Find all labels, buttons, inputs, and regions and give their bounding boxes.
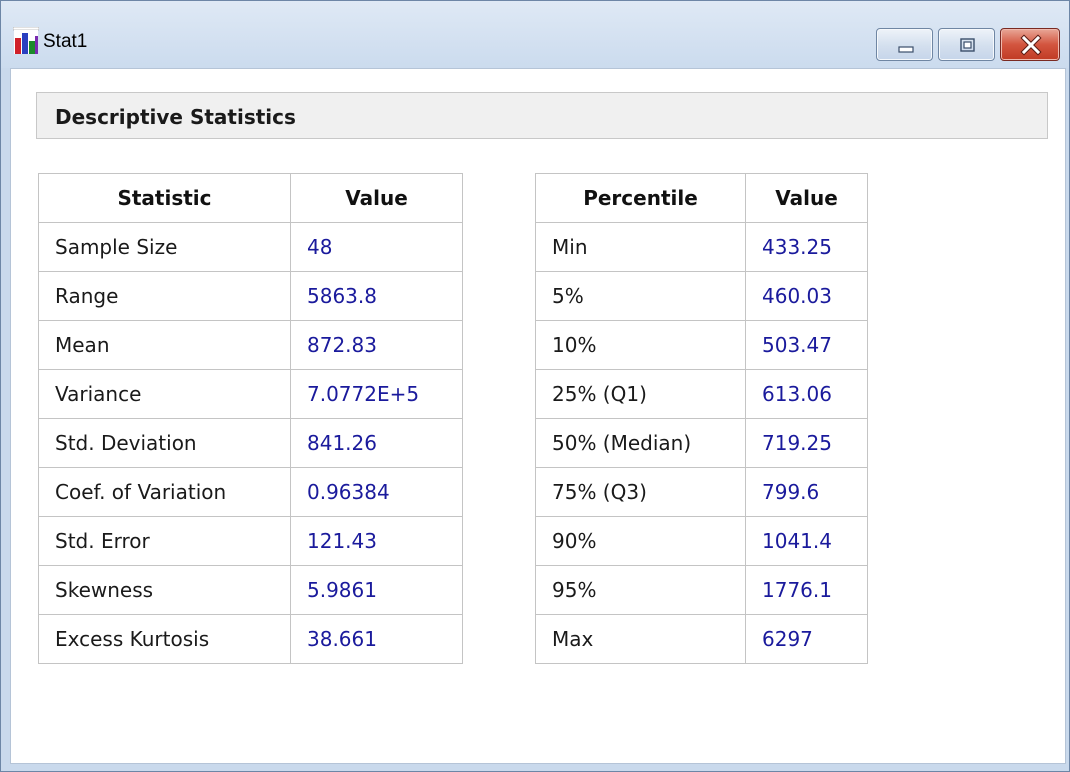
- percentile-value: 1041.4: [745, 516, 868, 566]
- close-button[interactable]: [1000, 28, 1060, 61]
- percentile-label: 50% (Median): [535, 418, 746, 468]
- percentile-label: Max: [535, 614, 746, 664]
- table-row: Skewness 5.9861: [38, 565, 463, 615]
- statistic-value: 841.26: [290, 418, 463, 468]
- statistic-value: 121.43: [290, 516, 463, 566]
- statistic-value: 5.9861: [290, 565, 463, 615]
- percentile-value: 719.25: [745, 418, 868, 468]
- percentile-value: 6297: [745, 614, 868, 664]
- percentile-table: Percentile Value Min 433.25 5% 460.03 10…: [535, 173, 868, 664]
- percentile-value: 1776.1: [745, 565, 868, 615]
- section-header: Descriptive Statistics: [36, 92, 1048, 139]
- table-row: Std. Deviation 841.26: [38, 418, 463, 468]
- table-row: Coef. of Variation 0.96384: [38, 467, 463, 517]
- percentile-label: Min: [535, 222, 746, 272]
- statistic-label: Range: [38, 271, 291, 321]
- percentile-value: 433.25: [745, 222, 868, 272]
- statistic-label: Mean: [38, 320, 291, 370]
- table-row: 50% (Median) 719.25: [535, 418, 868, 468]
- statistic-label: Excess Kurtosis: [38, 614, 291, 664]
- column-header-value: Value: [290, 173, 463, 223]
- table-row: 25% (Q1) 613.06: [535, 369, 868, 419]
- table-header-row: Statistic Value: [38, 173, 463, 223]
- statistic-value: 48: [290, 222, 463, 272]
- percentile-value: 799.6: [745, 467, 868, 517]
- title-bar[interactable]: Stat1: [1, 1, 1069, 68]
- percentile-label: 95%: [535, 565, 746, 615]
- percentile-label: 10%: [535, 320, 746, 370]
- table-row: Range 5863.8: [38, 271, 463, 321]
- percentile-value: 460.03: [745, 271, 868, 321]
- percentile-label: 90%: [535, 516, 746, 566]
- section-title: Descriptive Statistics: [55, 105, 296, 129]
- percentile-label: 25% (Q1): [535, 369, 746, 419]
- maximize-button[interactable]: [938, 28, 995, 61]
- column-header-statistic: Statistic: [38, 173, 291, 223]
- table-row: Std. Error 121.43: [38, 516, 463, 566]
- statistic-label: Coef. of Variation: [38, 467, 291, 517]
- table-row: 5% 460.03: [535, 271, 868, 321]
- stat-window: Stat1 Descriptive Statistics Statistic V…: [0, 0, 1070, 772]
- statistic-label: Sample Size: [38, 222, 291, 272]
- client-area: Descriptive Statistics Statistic Value S…: [10, 68, 1066, 764]
- table-row: 75% (Q3) 799.6: [535, 467, 868, 517]
- statistic-label: Std. Error: [38, 516, 291, 566]
- table-row: Min 433.25: [535, 222, 868, 272]
- column-header-percentile: Percentile: [535, 173, 746, 223]
- statistic-value: 872.83: [290, 320, 463, 370]
- percentile-value: 503.47: [745, 320, 868, 370]
- table-row: Variance 7.0772E+5: [38, 369, 463, 419]
- statistic-label: Skewness: [38, 565, 291, 615]
- table-row: 90% 1041.4: [535, 516, 868, 566]
- statistic-value: 0.96384: [290, 467, 463, 517]
- statistic-label: Variance: [38, 369, 291, 419]
- percentile-label: 75% (Q3): [535, 467, 746, 517]
- table-row: Mean 872.83: [38, 320, 463, 370]
- minimize-button[interactable]: [876, 28, 933, 61]
- table-row: Excess Kurtosis 38.661: [38, 614, 463, 664]
- table-row: Max 6297: [535, 614, 868, 664]
- table-header-row: Percentile Value: [535, 173, 868, 223]
- statistic-value: 38.661: [290, 614, 463, 664]
- bar-chart-icon: [12, 26, 40, 54]
- table-row: Sample Size 48: [38, 222, 463, 272]
- table-row: 10% 503.47: [535, 320, 868, 370]
- statistic-value: 7.0772E+5: [290, 369, 463, 419]
- column-header-value: Value: [745, 173, 868, 223]
- statistics-table: Statistic Value Sample Size 48 Range 586…: [38, 173, 463, 664]
- window-title: Stat1: [43, 31, 88, 52]
- statistic-value: 5863.8: [290, 271, 463, 321]
- percentile-value: 613.06: [745, 369, 868, 419]
- statistic-label: Std. Deviation: [38, 418, 291, 468]
- percentile-label: 5%: [535, 271, 746, 321]
- table-row: 95% 1776.1: [535, 565, 868, 615]
